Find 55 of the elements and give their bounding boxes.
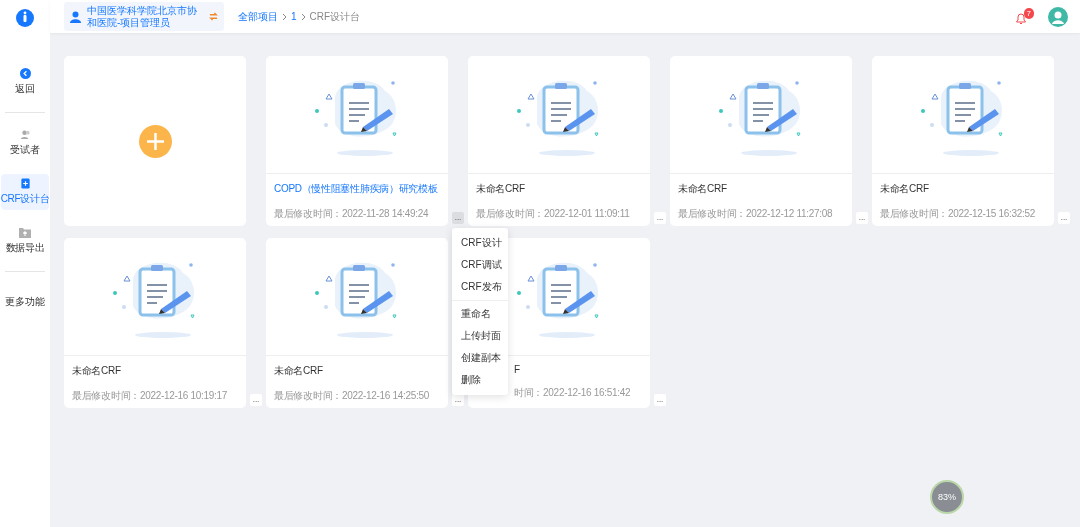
sidebar-item[interactable]: 受试者 [1,122,49,164]
back-icon [19,68,31,79]
notification-button[interactable] [1014,11,1027,26]
more-button[interactable]: ... [250,394,262,406]
more-button[interactable]: ... [654,394,666,406]
sidebar-item[interactable]: 数据导出 [1,220,49,262]
bell-icon [1015,12,1026,25]
notification-count: 7 [1023,7,1034,19]
avatar[interactable] [1048,6,1068,27]
crf-card[interactable]: 未命名CRF 最后修改时间：2022-12-12 11:27:08 [670,56,852,226]
modified-time: 最后修改时间：2022-12-01 11:09:11 [476,207,631,221]
more-button[interactable]: ... [856,212,868,224]
crf-title: 未命名CRF [880,182,930,196]
switch-icon [209,12,218,21]
sidebar-label: 受试者 [10,143,40,157]
more-button[interactable]: ... [654,212,666,224]
modified-time: 最后修改时间：2022-12-15 16:32:52 [880,207,1037,221]
breadcrumb-link[interactable]: 全部项目 [238,9,278,24]
back-label: 返回 [15,82,35,96]
breadcrumb-link[interactable]: 1 [291,11,297,22]
crf-title: 未命名CRF [274,364,324,378]
file-plus-icon [19,178,31,189]
crf-card[interactable]: 未命名CRF 最后修改时间：2022-12-01 11:09:11 [468,56,650,226]
modified-time: 最后修改时间：2022-11-28 14:49:24 [274,207,430,221]
more-button[interactable]: ... [452,212,464,224]
new-crf-card[interactable] [64,56,246,226]
sidebar-label: 数据导出 [5,241,45,255]
more-features-link[interactable]: 更多功能 [1,281,49,323]
crf-title: COPD（慢性阻塞性肺疾病）研究模板 [274,182,439,196]
modified-time: 最后修改时间：2022-12-16 10:19:17 [72,389,229,403]
crf-card[interactable]: COPD（慢性阻塞性肺疾病）研究模板 最后修改时间：2022-11-28 14:49:24 [266,56,448,226]
modified-time: 最后修改时间：2022-12-12 11:27:08 [678,207,834,221]
chevron-right-icon [300,12,306,21]
crf-title: 未命名CRF [678,182,728,196]
sidebar-label: CRF设计台 [0,192,50,206]
crf-card[interactable]: 未命名CRF 最后修改时间：2022-12-16 14:25:50 [266,238,448,408]
user-icon [70,10,82,23]
organization-switcher[interactable]: 中国医学科学院北京市协和医院-项目管理员 [64,2,224,31]
organization-name: 中国医学科学院北京市协和医院-项目管理员 [87,4,198,29]
modified-time: 最后修改时间：2022-12-16 14:25:50 [274,389,431,403]
folder-upload-icon [19,227,31,238]
crf-card[interactable]: 未命名CRF 最后修改时间：2022-12-15 16:32:52 [872,56,1054,226]
sidebar-item[interactable]: CRF设计台 [1,174,49,210]
add-icon [138,124,172,158]
back-nav-item[interactable]: 返回 [1,61,49,103]
more-button[interactable]: ... [1058,212,1070,224]
crf-card[interactable]: 未命名CRF 最后修改时间：2022-12-16 10:19:17 [64,238,246,408]
app-logo-icon [15,8,35,28]
users-icon [19,129,31,140]
modified-time: 时间：2022-12-16 16:51:42 [514,386,632,400]
crf-title: F [514,364,521,375]
gauge-reading: 83% [938,492,956,502]
crf-title: 未命名CRF [476,182,526,196]
chevron-right-icon [282,12,287,21]
crf-title: 未命名CRF [72,364,122,378]
